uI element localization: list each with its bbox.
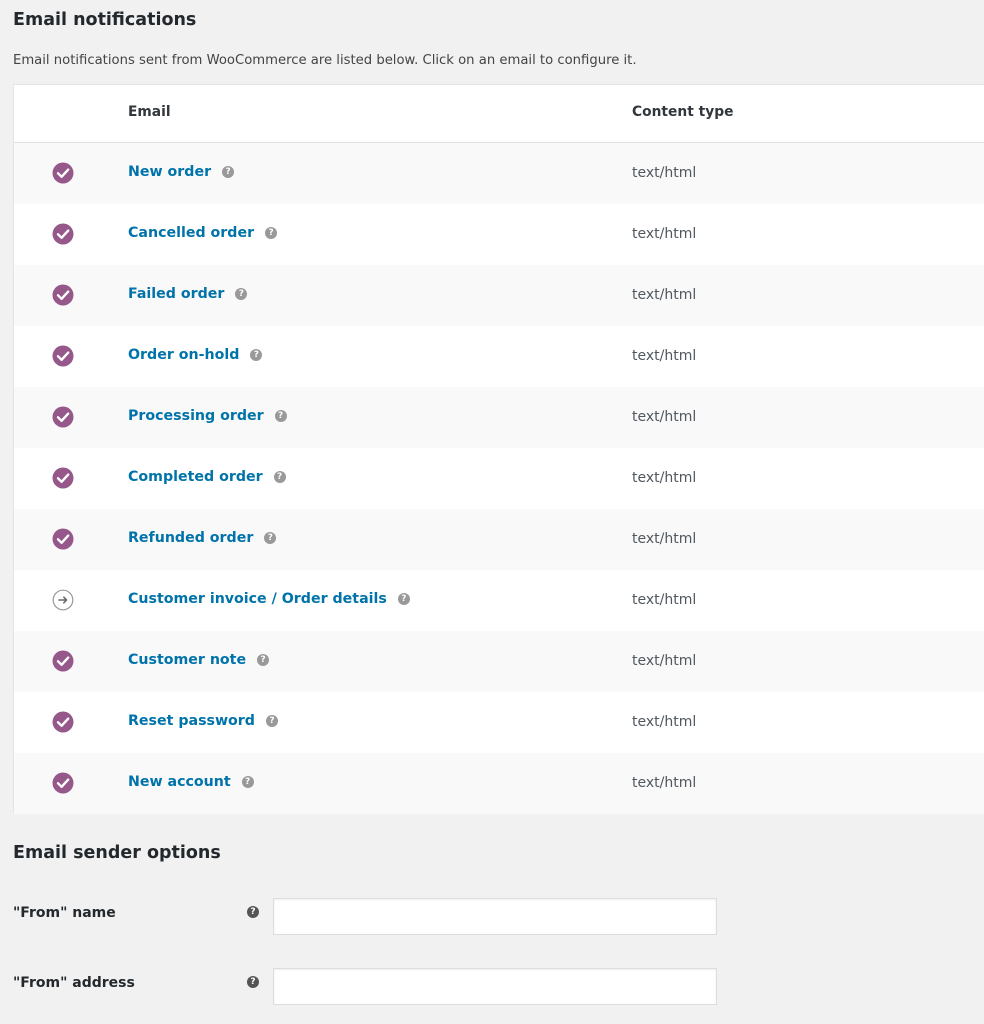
from-name-input[interactable] — [273, 898, 717, 935]
email-name-label: Completed order — [128, 469, 263, 485]
content-type-value: text/html — [632, 348, 697, 364]
help-icon[interactable]: ? — [241, 776, 254, 789]
arrow-right-circle-icon — [52, 589, 74, 611]
help-icon[interactable]: ? — [265, 227, 278, 240]
email-name-link[interactable]: Reset password? — [128, 714, 278, 728]
check-circle-icon — [52, 711, 74, 733]
help-icon[interactable]: ? — [222, 166, 235, 179]
email-name-link[interactable]: Refunded order? — [128, 530, 277, 546]
check-circle-icon — [52, 345, 74, 367]
email-name-label: New account — [128, 774, 231, 790]
content-type-value: text/html — [632, 165, 697, 181]
table-row: Customer invoice / Order details? text/ht… — [14, 570, 984, 631]
table-row: New order? text/html — [14, 143, 984, 204]
email-settings-page: Email notifications Email notifications … — [0, 0, 984, 1024]
table-row: Reset password? text/html — [14, 692, 984, 753]
email-notifications-table: Email Content type New order? text/html Ca… — [13, 84, 984, 814]
check-circle-icon — [52, 772, 74, 794]
help-icon[interactable]: ? — [397, 593, 410, 606]
email-name-label: Refunded order — [128, 530, 254, 546]
table-row: Failed order? text/html — [14, 265, 984, 326]
content-type-value: text/html — [632, 714, 697, 730]
email-name-link[interactable]: Processing order? — [128, 409, 287, 423]
help-icon[interactable]: ? — [247, 906, 259, 918]
check-circle-icon — [52, 406, 74, 428]
check-circle-icon — [52, 223, 74, 245]
table-row: New account? text/html — [14, 753, 984, 814]
email-name-label: New order — [128, 164, 212, 180]
email-name-link[interactable]: New account? — [128, 775, 254, 789]
table-header: Email Content type — [14, 85, 984, 143]
column-header-email: Email — [128, 104, 171, 120]
check-circle-icon — [52, 528, 74, 550]
email-name-link[interactable]: New order? — [128, 164, 235, 180]
email-name-label: Cancelled order — [128, 225, 255, 241]
help-icon[interactable]: ? — [235, 288, 248, 301]
help-icon[interactable]: ? — [264, 532, 277, 545]
from-address-label: "From" address — [13, 975, 135, 991]
content-type-value: text/html — [632, 287, 697, 303]
content-type-value: text/html — [632, 470, 697, 486]
email-name-link[interactable]: Customer note? — [128, 652, 270, 668]
table-row: Refunded order? text/html — [14, 509, 984, 570]
email-sender-options-title: Email sender options — [13, 843, 221, 863]
content-type-value: text/html — [632, 226, 697, 242]
email-name-label: Processing order — [128, 408, 264, 424]
table-row: Customer note? text/html — [14, 631, 984, 692]
help-icon[interactable]: ? — [250, 349, 263, 362]
column-header-content-type: Content type — [632, 104, 734, 120]
check-circle-icon — [52, 162, 74, 184]
email-name-label: Reset password — [128, 713, 255, 729]
email-name-link[interactable]: Customer invoice / Order details? — [128, 592, 410, 606]
help-icon[interactable]: ? — [247, 976, 259, 988]
content-type-value: text/html — [632, 409, 697, 425]
help-icon[interactable]: ? — [273, 471, 286, 484]
email-name-link[interactable]: Cancelled order? — [128, 225, 278, 241]
from-address-input[interactable] — [273, 968, 717, 1005]
table-row: Processing order? text/html — [14, 387, 984, 448]
check-circle-icon — [52, 467, 74, 489]
check-circle-icon — [52, 650, 74, 672]
table-row: Cancelled order? text/html — [14, 204, 984, 265]
table-body: New order? text/html Cancelled order? text/… — [14, 143, 984, 814]
check-circle-icon — [52, 284, 74, 306]
email-notifications-title: Email notifications — [13, 10, 197, 30]
email-name-label: Customer invoice / Order details — [128, 591, 387, 607]
email-name-link[interactable]: Failed order? — [128, 286, 248, 302]
email-name-link[interactable]: Order on-hold? — [128, 347, 263, 363]
table-row: Completed order? text/html — [14, 448, 984, 509]
content-type-value: text/html — [632, 531, 697, 547]
content-type-value: text/html — [632, 775, 697, 791]
email-name-label: Customer note — [128, 652, 247, 668]
table-row: Order on-hold? text/html — [14, 326, 984, 387]
email-name-link[interactable]: Completed order? — [128, 470, 286, 484]
content-type-value: text/html — [632, 592, 697, 608]
email-notifications-description: Email notifications sent from WooCommerc… — [13, 53, 637, 68]
help-icon[interactable]: ? — [257, 654, 270, 667]
help-icon[interactable]: ? — [265, 715, 278, 728]
from-name-label: "From" name — [13, 905, 116, 921]
email-name-label: Failed order — [128, 286, 225, 302]
email-name-label: Order on-hold — [128, 347, 240, 363]
content-type-value: text/html — [632, 653, 697, 669]
help-icon[interactable]: ? — [274, 410, 287, 423]
